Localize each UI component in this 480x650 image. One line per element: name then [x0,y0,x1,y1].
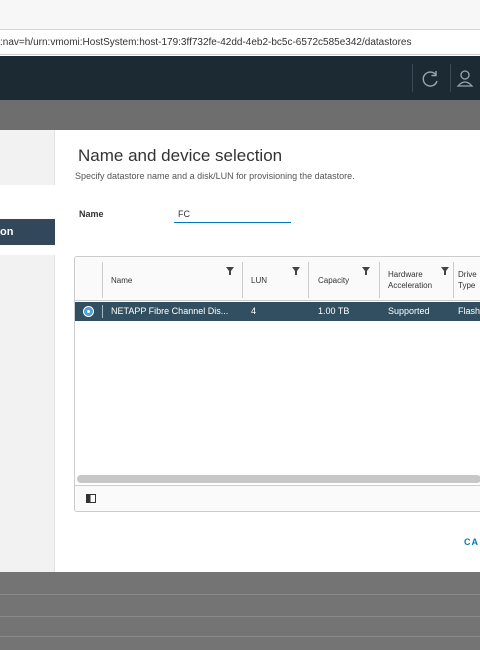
filter-icon[interactable] [292,267,300,275]
cancel-button[interactable]: CA [464,537,479,547]
user-icon [456,70,474,87]
column-header-hardware-acceleration[interactable]: Hardware Acceleration [388,269,432,291]
wizard-steps-sidebar: on [0,130,55,572]
cell-capacity: 1.00 TB [318,306,350,316]
refresh-icon [422,71,438,87]
filter-icon[interactable] [226,267,234,275]
row-select-radio[interactable] [83,306,94,317]
column-separator [242,262,243,298]
column-separator [453,262,454,298]
name-label: Name [79,209,104,219]
app-header [0,56,480,100]
datagrid-header: Name LUN Capacity Hardware Acceleration … [75,257,480,301]
header-divider [412,64,413,92]
column-header-name[interactable]: Name [111,275,132,286]
filter-icon[interactable] [362,267,370,275]
divider [0,594,480,595]
table-row[interactable]: NETAPP Fibre Channel Dis... 4 1.00 TB Su… [75,302,480,321]
divider [0,636,480,637]
refresh-button[interactable] [418,66,444,92]
divider [0,616,480,617]
wizard-step-name-and-device-selection[interactable]: on [0,219,55,245]
filter-icon[interactable] [441,267,449,275]
device-datagrid: Name LUN Capacity Hardware Acceleration … [74,256,480,512]
page-title: Name and device selection [78,146,283,165]
header-divider [450,64,451,92]
cell-lun: 4 [251,306,257,316]
column-header-capacity[interactable]: Capacity [318,275,349,286]
column-separator [379,262,380,298]
user-menu-button[interactable] [455,66,480,92]
datagrid-footer [75,485,480,511]
horizontal-scrollbar[interactable] [77,475,480,483]
browser-toolbar [0,0,480,30]
cell-hardware-acceleration: Supported [388,306,430,316]
column-separator [308,262,309,298]
background-overlay [0,100,480,130]
cell-drive-type: Flash [458,306,480,316]
page-subtitle: Specify datastore name and a disk/LUN fo… [75,171,355,181]
cell-name: NETAPP Fibre Channel Dis... [111,306,229,316]
address-url[interactable]: :nav=h/urn:vmomi:HostSystem:host-179:3ff… [0,37,411,48]
column-header-lun[interactable]: LUN [251,275,267,286]
column-toggle-icon[interactable] [86,494,96,503]
address-bar[interactable]: :nav=h/urn:vmomi:HostSystem:host-179:3ff… [0,31,480,55]
column-header-drive-type[interactable]: Drive Type [458,269,477,291]
column-separator [102,262,103,298]
background-overlay [0,572,480,650]
row-separator [102,305,103,318]
new-datastore-wizard: on Name and device selection Specify dat… [0,130,480,572]
datastore-name-input[interactable] [174,206,291,223]
